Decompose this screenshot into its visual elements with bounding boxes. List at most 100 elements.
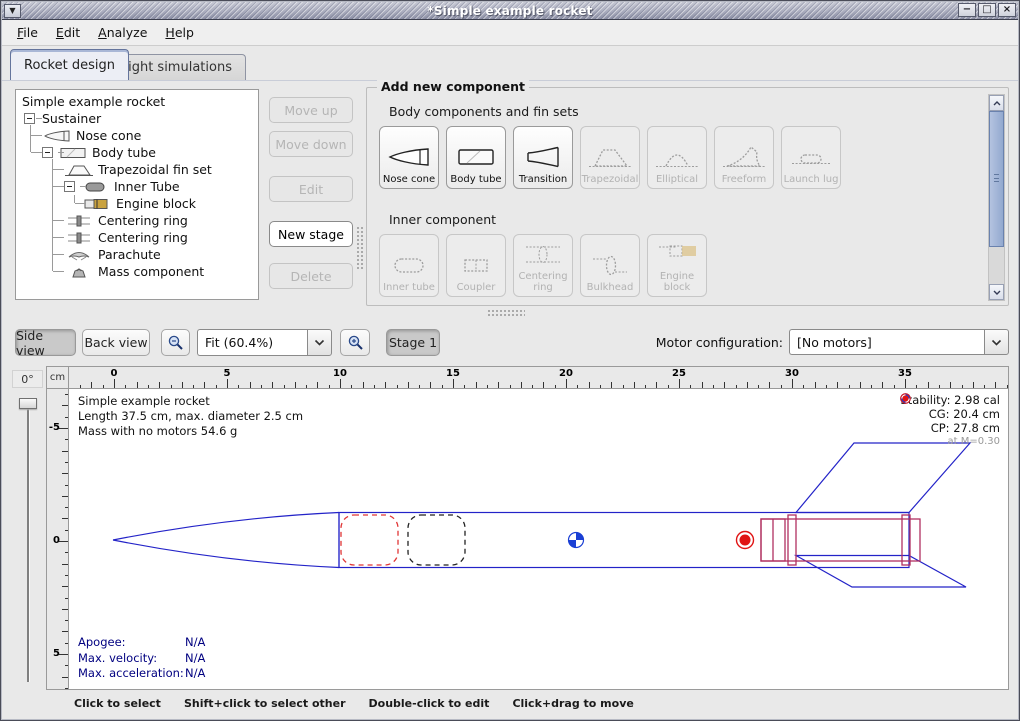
scrollbar-thumb[interactable] [989,111,1004,247]
tree-guide [20,161,42,178]
add-nose-cone-button[interactable]: Nose cone [379,126,439,189]
rocket-name-text: Simple example rocket [78,394,303,409]
stage-1-toggle-button[interactable]: Stage 1 [386,329,440,356]
add-freeform-fin-button[interactable]: Freeform [714,126,774,189]
tree-guide [20,246,42,263]
stability-text: Stability: 2.98 cal [900,393,1000,407]
add-centering-ring-button[interactable]: Centering ring [513,234,573,297]
button-label: Body tube [450,174,501,185]
menu-edit[interactable]: Edit [47,22,89,43]
window-menu-button[interactable]: ▼ [4,4,21,18]
tree-row-engine-block[interactable]: Engine block [20,195,258,212]
openrocket-window: ▼ *Simple example rocket − □ × File Edit… [0,0,1020,721]
maximize-button[interactable]: □ [978,3,996,17]
v-ruler-label: 5 [48,648,60,659]
tree-guide [42,212,64,229]
tree-label: Centering ring [98,230,188,245]
parachute-outline [341,515,398,565]
tree-row-centering-ring-1[interactable]: Centering ring [20,212,258,229]
scroll-down-button[interactable] [989,284,1004,300]
add-elliptical-fin-button[interactable]: Elliptical [647,126,707,189]
zoom-combo-arrow-button[interactable] [307,329,332,356]
horizontal-splitter[interactable] [487,309,525,317]
transition-icon [520,140,566,174]
tree-expander[interactable] [20,110,42,127]
zoom-level-combobox[interactable]: Fit (60.4%) [197,329,332,356]
button-label: Back view [84,335,147,350]
side-view-button[interactable]: Side view [15,329,76,356]
tree-row-inner-tube[interactable]: Inner Tube [20,178,258,195]
move-up-button[interactable]: Move up [269,97,353,123]
tree-expander[interactable] [64,178,80,195]
tree-label: Mass component [98,264,204,279]
mach-condition-text: at M=0.30 [900,436,1000,448]
component-panel-scrollbar[interactable] [988,94,1005,301]
tree-label: Sustainer [42,111,101,126]
rocket-dimensions-text: Length 37.5 cm, max. diameter 2.5 cm [78,409,303,424]
add-transition-button[interactable]: Transition [513,126,573,189]
menu-file[interactable]: File [8,22,47,43]
tab-rocket-design[interactable]: Rocket design [10,49,129,80]
tree-expander[interactable] [42,144,58,161]
chevron-down-icon [314,339,325,346]
button-label: Edit [299,182,323,197]
add-body-tube-button[interactable]: Body tube [446,126,506,189]
engine-block-icon [654,237,700,271]
button-label: Centering ring [514,271,572,293]
hint-drag: Click+drag to move [512,697,633,710]
max-acceleration-label: Max. acceleration: [78,666,185,681]
tree-row-centering-ring-2[interactable]: Centering ring [20,229,258,246]
tree-row-mass-component[interactable]: Mass component [20,263,258,280]
scroll-up-button[interactable] [989,95,1004,111]
motor-combo-arrow-button[interactable] [984,329,1009,355]
h-ruler-label: 0 [111,368,118,379]
button-label: Side view [16,328,75,358]
mass-component-icon [64,264,94,279]
add-coupler-button[interactable]: Coupler [446,234,506,297]
edit-button[interactable]: Edit [269,176,353,202]
vertical-splitter[interactable] [356,226,364,270]
nose-cone-icon [42,128,72,143]
chevron-up-icon [993,101,1001,106]
add-launch-lug-button[interactable]: Launch lug [781,126,841,189]
elliptical-fin-icon [654,140,700,174]
zoom-in-button[interactable] [340,329,370,356]
rotation-slider-thumb[interactable] [19,398,37,409]
rotation-slider-track[interactable] [27,406,29,682]
hint-double-click: Double-click to edit [369,697,490,710]
title-bar[interactable]: ▼ *Simple example rocket − □ × [2,2,1018,20]
move-down-button[interactable]: Move down [269,131,353,157]
tree-row-parachute[interactable]: Parachute [20,246,258,263]
tree-row-sustainer[interactable]: Sustainer [20,110,258,127]
delete-button[interactable]: Delete [269,263,353,289]
hint-shift-click: Shift+click to select other [184,697,346,710]
add-bulkhead-button[interactable]: Bulkhead [580,234,640,297]
flight-stats: Apogee:N/A Max. velocity:N/A Max. accele… [78,635,205,681]
panel-title: Add new component [377,79,529,94]
tree-guide [20,195,42,212]
rotation-angle-label: 0° [12,370,43,388]
add-trapezoidal-fin-button[interactable]: Trapezoidal [580,126,640,189]
new-stage-button[interactable]: New stage [269,221,353,247]
menu-help[interactable]: Help [156,22,203,43]
tab-row: Rocket design Flight simulations [2,46,1018,80]
add-engine-block-button[interactable]: Engine block [647,234,707,297]
scrollbar-track[interactable] [989,111,1004,284]
motor-configuration-combobox[interactable]: [No motors] [789,329,1009,355]
tree-guide [42,263,64,280]
zoom-out-button[interactable] [161,329,190,356]
close-button[interactable]: × [998,3,1016,17]
rocket-canvas[interactable]: Simple example rocket Length 37.5 cm, ma… [69,389,1008,689]
menu-analyze[interactable]: Analyze [89,22,156,43]
tree-guide [64,195,82,212]
centering-ring-icon [520,237,566,271]
tree-row-body-tube[interactable]: Body tube [20,144,258,161]
back-view-button[interactable]: Back view [82,329,150,356]
max-acceleration-value: N/A [185,666,205,681]
tree-row-trapezoidal-fin-set[interactable]: Trapezoidal fin set [20,161,258,178]
minimize-button[interactable]: − [958,3,976,17]
tree-row-nose-cone[interactable]: Nose cone [20,127,258,144]
tree-row-rocket[interactable]: Simple example rocket [20,93,258,110]
tree-guide [20,229,42,246]
add-inner-tube-button[interactable]: Inner tube [379,234,439,297]
